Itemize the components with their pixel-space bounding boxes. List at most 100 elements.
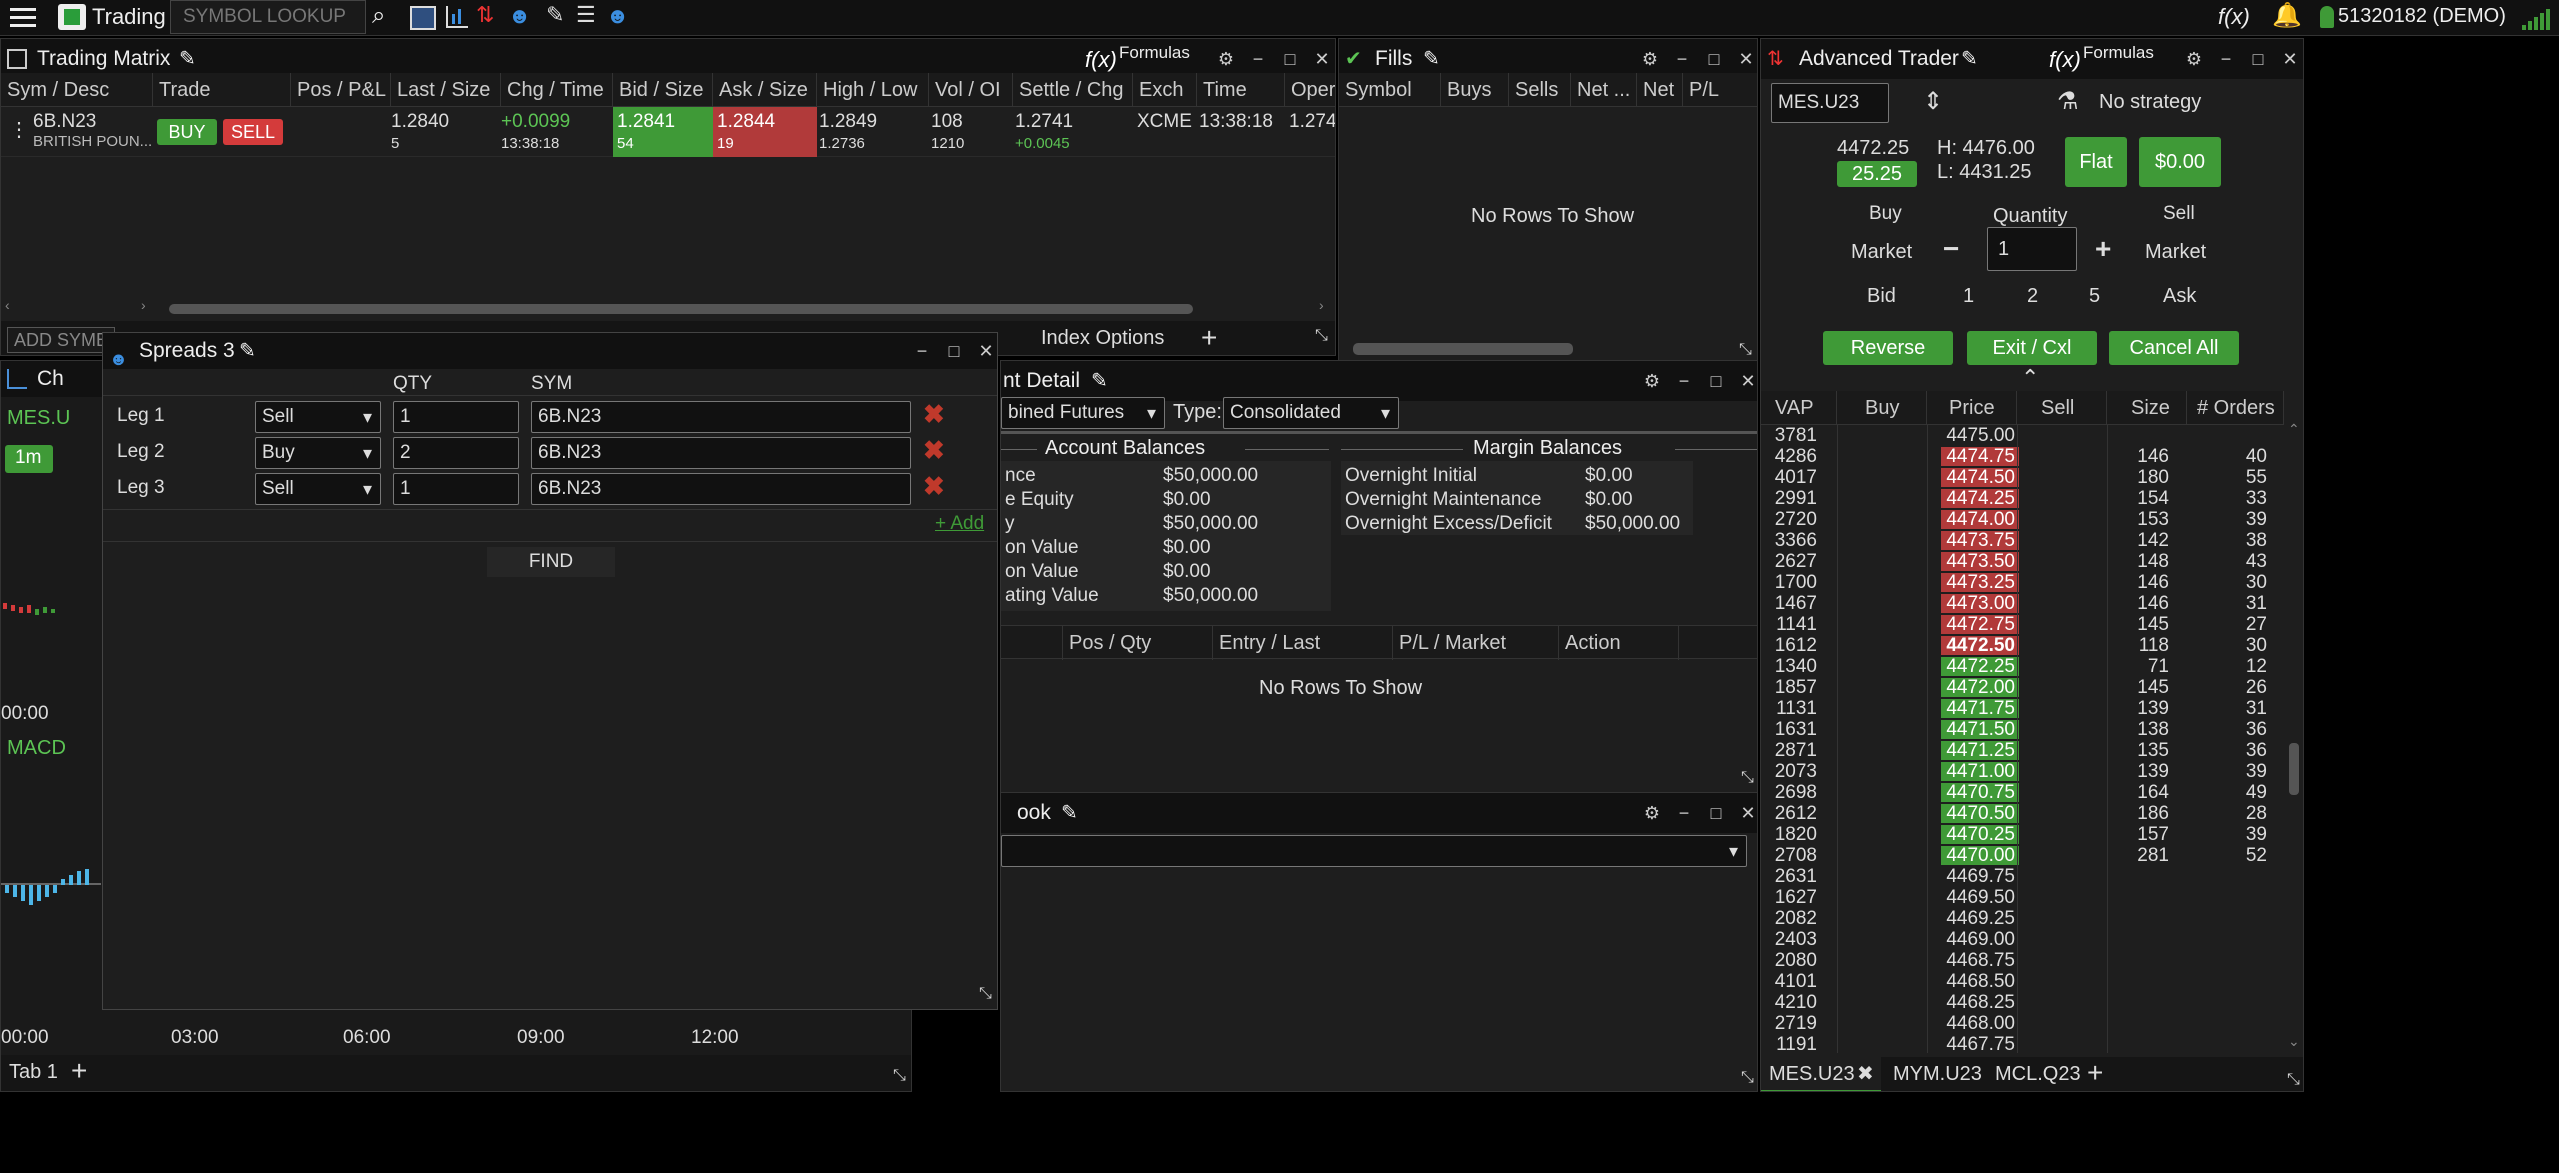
add-tab-icon[interactable]: + <box>1201 322 1217 354</box>
close-icon[interactable]: ✕ <box>1313 49 1331 70</box>
price-cell[interactable]: 4469.50 <box>1941 888 2019 907</box>
col-price[interactable]: Price <box>1927 391 2017 425</box>
row-menu-icon[interactable]: ⋮ <box>9 117 29 142</box>
col-symbol[interactable]: Symbol <box>1339 73 1441 107</box>
col-settle-chg[interactable]: Settle / Chg <box>1013 73 1133 107</box>
col-trade[interactable]: Trade <box>153 73 291 107</box>
horizontal-scrollbar[interactable]: ‹ › › <box>1 297 1335 315</box>
edit-pencil-icon[interactable]: ✎ <box>1961 39 1978 79</box>
price-cell[interactable]: 4471.75 <box>1941 699 2019 718</box>
table-row[interactable]: 1340 4472.25 71 12 <box>1761 656 2284 677</box>
spreads-title-bar[interactable]: ☻ Spreads 3 ✎ <box>103 333 997 369</box>
user-icon[interactable] <box>2320 6 2334 28</box>
matrix-fx-icon[interactable]: f(x) <box>1085 47 1117 73</box>
col-vap[interactable]: VAP <box>1761 391 1837 425</box>
collapse-chevron-icon[interactable]: ⌃ <box>2021 365 2039 391</box>
table-row[interactable]: 1631 4471.50 138 36 <box>1761 719 2284 740</box>
maximize-icon[interactable]: □ <box>1707 371 1725 392</box>
matrix-formulas-label[interactable]: Formulas <box>1119 43 1190 63</box>
minimize-icon[interactable]: − <box>913 341 931 362</box>
close-icon[interactable]: ✕ <box>1737 49 1755 70</box>
leg-3-remove-icon[interactable]: ✖ <box>923 471 945 502</box>
col-buys[interactable]: Buys <box>1441 73 1509 107</box>
list-icon[interactable]: ☰ <box>576 2 596 28</box>
account-select[interactable]: bined Futures <box>1001 397 1165 429</box>
pnl-button[interactable]: $0.00 <box>2139 137 2221 187</box>
price-cell[interactable]: 4468.75 <box>1941 951 2019 970</box>
sell-market-button[interactable]: Market <box>2145 241 2206 264</box>
qty-preset-1[interactable]: 1 <box>1963 285 1974 308</box>
table-row[interactable]: 2403 4469.00 <box>1761 929 2284 950</box>
col-pos-pl[interactable]: Pos / P&L <box>291 73 391 107</box>
col-sells[interactable]: Sells <box>1509 73 1571 107</box>
price-cell[interactable]: 4467.75 <box>1941 1035 2019 1053</box>
leg-3-qty-stepper[interactable]: 1 <box>393 473 519 505</box>
resize-icon[interactable]: ⤡ <box>1741 1069 1754 1087</box>
reverse-button[interactable]: Reverse <box>1823 331 1953 365</box>
price-cell[interactable]: 4473.75 <box>1941 531 2019 550</box>
table-row[interactable]: 2627 4473.50 148 43 <box>1761 551 2284 572</box>
table-row[interactable]: 4210 4468.25 <box>1761 992 2284 1013</box>
tab-1[interactable]: Tab 1 <box>9 1061 58 1084</box>
col-buy[interactable]: Buy <box>1837 391 1927 425</box>
price-cell[interactable]: 4468.25 <box>1941 993 2019 1012</box>
close-tab-icon[interactable]: ✖ <box>1857 1061 1874 1086</box>
interval-button[interactable]: 1m <box>5 445 53 473</box>
price-cell[interactable]: 4473.25 <box>1941 573 2019 592</box>
add-tab-icon[interactable]: + <box>2087 1057 2103 1089</box>
fills-scrollbar[interactable] <box>1353 343 1573 355</box>
price-cell[interactable]: 4470.00 <box>1941 846 2019 865</box>
table-row[interactable]: 2082 4469.25 <box>1761 908 2284 929</box>
leg-1-side-select[interactable]: Sell <box>255 401 381 433</box>
minimize-icon[interactable]: − <box>1675 371 1693 392</box>
table-row[interactable]: 2871 4471.25 135 36 <box>1761 740 2284 761</box>
table-row[interactable]: 2612 4470.50 186 28 <box>1761 803 2284 824</box>
symbol-lookup-input[interactable]: SYMBOL LOOKUP <box>170 0 366 34</box>
price-cell[interactable]: 4473.00 <box>1941 594 2019 613</box>
chart-icon[interactable] <box>446 6 468 28</box>
maximize-icon[interactable]: □ <box>1707 803 1725 824</box>
table-row[interactable]: 4286 4474.75 146 40 <box>1761 446 2284 467</box>
price-cell[interactable]: 4469.75 <box>1941 867 2019 886</box>
bell-icon[interactable]: 🔔 <box>2272 1 2302 30</box>
col-size[interactable]: Size <box>2107 391 2187 425</box>
gear-icon[interactable]: ⚙ <box>1641 49 1659 70</box>
resize-icon[interactable]: ⤡ <box>1739 341 1752 359</box>
col-net-avg[interactable]: Net ... <box>1571 73 1637 107</box>
price-cell[interactable]: 4471.25 <box>1941 741 2019 760</box>
gear-icon[interactable]: ⚙ <box>1217 49 1235 70</box>
table-row[interactable]: 1191 4467.75 <box>1761 1034 2284 1053</box>
cancel-all-button[interactable]: Cancel All <box>2109 331 2239 365</box>
ask-cell[interactable]: 1.2844 19 <box>713 107 817 157</box>
buy-button[interactable]: BUY <box>157 119 217 145</box>
resize-icon[interactable]: ⤡ <box>1315 327 1328 345</box>
orders-icon[interactable]: ✎ <box>546 2 564 28</box>
col-sell[interactable]: Sell <box>2017 391 2107 425</box>
tab-mes[interactable]: MES.U23 ✖ <box>1761 1057 1881 1091</box>
resize-icon[interactable]: ⤡ <box>2287 1071 2300 1089</box>
trader-formulas-label[interactable]: Formulas <box>2083 43 2154 63</box>
table-row[interactable]: 2708 4470.00 281 52 <box>1761 845 2284 866</box>
hamburger-icon[interactable] <box>10 6 36 30</box>
close-icon[interactable]: ✕ <box>2281 49 2299 70</box>
price-cell[interactable]: 4468.50 <box>1941 972 2019 991</box>
resize-icon[interactable]: ⤡ <box>893 1067 906 1085</box>
table-row[interactable]: 2719 4468.00 <box>1761 1013 2284 1034</box>
col-high-low[interactable]: High / Low <box>817 73 929 107</box>
table-row[interactable]: 4017 4474.50 180 55 <box>1761 467 2284 488</box>
split-icon[interactable]: ⇕ <box>1923 87 1943 116</box>
add-symbol-input[interactable]: ADD SYMB <box>7 327 115 353</box>
price-cell[interactable]: 4470.75 <box>1941 783 2019 802</box>
search-icon[interactable]: ⌕ <box>372 2 385 30</box>
col-entry-last[interactable]: Entry / Last <box>1213 626 1393 660</box>
trader-symbol-input[interactable]: MES.U23 <box>1771 83 1889 123</box>
table-row[interactable]: 1820 4470.25 157 39 <box>1761 824 2284 845</box>
minimize-icon[interactable]: − <box>1249 49 1267 70</box>
add-leg-link[interactable]: + Add <box>935 513 984 535</box>
dom-scrollbar[interactable]: ⌃ ⌄ <box>2287 421 2301 1053</box>
price-cell[interactable]: 4470.50 <box>1941 804 2019 823</box>
table-row[interactable]: 1612 4472.50 118 30 <box>1761 635 2284 656</box>
chart-symbol[interactable]: MES.U <box>7 407 70 430</box>
quantity-input[interactable]: 1 <box>1987 227 2077 271</box>
edit-pencil-icon[interactable]: ✎ <box>1091 361 1108 401</box>
